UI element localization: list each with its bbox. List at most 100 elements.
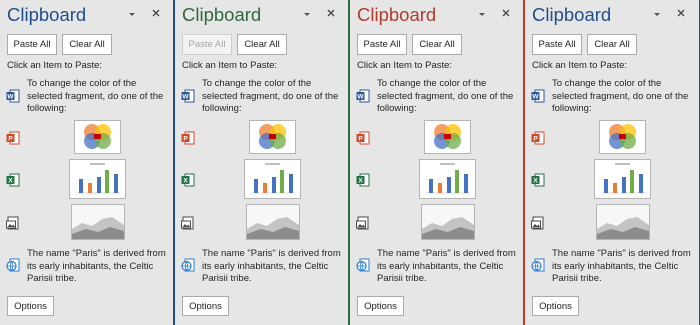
- chart-thumbnail: [419, 159, 476, 199]
- instruction-label: Click an Item to Paste:: [7, 60, 103, 71]
- web-page-icon: [6, 258, 20, 272]
- close-icon[interactable]: [150, 7, 162, 19]
- picture-icon: [531, 216, 544, 230]
- paste-all-button[interactable]: Paste All: [357, 34, 407, 55]
- svg-text:X: X: [358, 178, 363, 185]
- item-text: The name "Paris" is derived from its ear…: [202, 248, 341, 284]
- clear-all-button[interactable]: Clear All: [62, 34, 112, 55]
- pane-title: Clipboard: [357, 4, 437, 25]
- clipboard-item-chart[interactable]: X: [175, 159, 348, 201]
- clipboard-item-text[interactable]: W To change the color of the selected fr…: [175, 76, 348, 120]
- item-text: To change the color of the selected frag…: [377, 78, 514, 114]
- item-text: The name "Paris" is derived from its ear…: [27, 248, 166, 284]
- clipboard-item-diagram[interactable]: P: [525, 120, 698, 156]
- word-doc-icon: W: [356, 89, 370, 103]
- chart-thumbnail: [594, 159, 651, 199]
- paste-all-button[interactable]: Paste All: [532, 34, 582, 55]
- close-icon[interactable]: [675, 7, 687, 19]
- excel-icon: X: [181, 173, 195, 187]
- diagram-thumbnail: [424, 120, 471, 154]
- item-text: To change the color of the selected frag…: [202, 78, 339, 114]
- word-doc-icon: W: [6, 89, 20, 103]
- pin-dropdown-icon[interactable]: [127, 9, 137, 19]
- clipboard-item-web-text[interactable]: The name "Paris" is derived from its ear…: [350, 245, 523, 287]
- close-icon[interactable]: [325, 7, 337, 19]
- clipboard-item-web-text[interactable]: The name "Paris" is derived from its ear…: [0, 245, 173, 287]
- clipboard-item-chart[interactable]: X: [350, 159, 523, 201]
- svg-text:P: P: [533, 136, 538, 143]
- clipboard-item-diagram[interactable]: P: [175, 120, 348, 156]
- clipboard-item-picture[interactable]: [525, 204, 698, 242]
- options-button[interactable]: Options: [182, 296, 229, 316]
- diagram-thumbnail: [74, 120, 121, 154]
- pin-dropdown-icon[interactable]: [302, 9, 312, 19]
- close-icon[interactable]: [500, 7, 512, 19]
- picture-icon: [356, 216, 369, 230]
- clipboard-item-picture[interactable]: [175, 204, 348, 242]
- clipboard-item-text[interactable]: W To change the color of the selected fr…: [350, 76, 523, 120]
- diagram-thumbnail: [249, 120, 296, 154]
- item-text: The name "Paris" is derived from its ear…: [377, 248, 516, 284]
- svg-text:X: X: [183, 178, 188, 185]
- pane-title: Clipboard: [7, 4, 87, 25]
- picture-thumbnail: [421, 204, 475, 240]
- clipboard-item-picture[interactable]: [350, 204, 523, 242]
- clipboard-item-diagram[interactable]: P: [0, 120, 173, 156]
- word-doc-icon: W: [531, 89, 545, 103]
- clipboard-item-web-text[interactable]: The name "Paris" is derived from its ear…: [175, 245, 348, 287]
- picture-thumbnail: [246, 204, 300, 240]
- clipboard-item-diagram[interactable]: P: [350, 120, 523, 156]
- options-button[interactable]: Options: [357, 296, 404, 316]
- svg-text:W: W: [7, 94, 14, 101]
- svg-text:P: P: [358, 136, 363, 143]
- options-button[interactable]: Options: [7, 296, 54, 316]
- clipboard-pane: Clipboard Paste All Clear All Click an I…: [525, 0, 700, 325]
- powerpoint-icon: P: [531, 131, 545, 145]
- item-text: The name "Paris" is derived from its ear…: [552, 248, 691, 284]
- clipboard-item-web-text[interactable]: The name "Paris" is derived from its ear…: [525, 245, 698, 287]
- clear-all-button[interactable]: Clear All: [587, 34, 637, 55]
- pane-title: Clipboard: [182, 4, 262, 25]
- clipboard-pane: Clipboard Paste All Clear All Click an I…: [0, 0, 175, 325]
- clipboard-item-chart[interactable]: X: [0, 159, 173, 201]
- instruction-label: Click an Item to Paste:: [357, 60, 453, 71]
- picture-thumbnail: [596, 204, 650, 240]
- clipboard-pane: Clipboard Paste All Clear All Click an I…: [350, 0, 525, 325]
- paste-all-button[interactable]: Paste All: [182, 34, 232, 55]
- clipboard-pane: Clipboard Paste All Clear All Click an I…: [175, 0, 350, 325]
- paste-all-button[interactable]: Paste All: [7, 34, 57, 55]
- clear-all-button[interactable]: Clear All: [412, 34, 462, 55]
- pin-dropdown-icon[interactable]: [652, 9, 662, 19]
- clear-all-button[interactable]: Clear All: [237, 34, 287, 55]
- web-page-icon: [356, 258, 370, 272]
- picture-thumbnail: [71, 204, 125, 240]
- svg-text:W: W: [532, 94, 539, 101]
- excel-icon: X: [531, 173, 545, 187]
- instruction-label: Click an Item to Paste:: [532, 60, 628, 71]
- excel-icon: X: [6, 173, 20, 187]
- pin-dropdown-icon[interactable]: [477, 9, 487, 19]
- picture-icon: [181, 216, 194, 230]
- clipboard-item-picture[interactable]: [0, 204, 173, 242]
- powerpoint-icon: P: [181, 131, 195, 145]
- item-text: To change the color of the selected frag…: [27, 78, 164, 114]
- svg-text:P: P: [8, 136, 13, 143]
- svg-text:X: X: [8, 178, 13, 185]
- chart-thumbnail: [244, 159, 301, 199]
- clipboard-item-text[interactable]: W To change the color of the selected fr…: [525, 76, 698, 120]
- clipboard-item-chart[interactable]: X: [525, 159, 698, 201]
- powerpoint-icon: P: [6, 131, 20, 145]
- item-text: To change the color of the selected frag…: [552, 78, 689, 114]
- options-button[interactable]: Options: [532, 296, 579, 316]
- svg-text:W: W: [182, 94, 189, 101]
- instruction-label: Click an Item to Paste:: [182, 60, 278, 71]
- pane-title: Clipboard: [532, 4, 612, 25]
- clipboard-item-text[interactable]: W To change the color of the selected fr…: [0, 76, 173, 120]
- picture-icon: [6, 216, 19, 230]
- svg-text:P: P: [183, 136, 188, 143]
- powerpoint-icon: P: [356, 131, 370, 145]
- chart-thumbnail: [69, 159, 126, 199]
- svg-text:X: X: [533, 178, 538, 185]
- word-doc-icon: W: [181, 89, 195, 103]
- web-page-icon: [531, 258, 545, 272]
